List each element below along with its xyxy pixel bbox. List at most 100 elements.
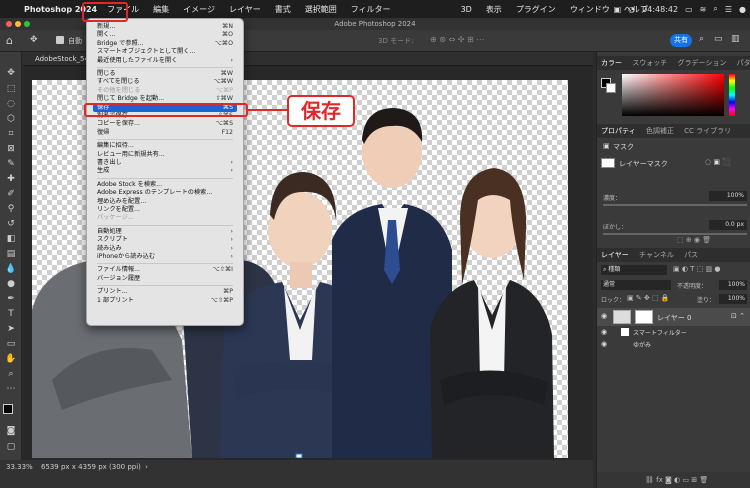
menu-window[interactable]: ウィンドウ (570, 4, 610, 15)
menu-item[interactable]: 新規... ⌘N (93, 23, 237, 31)
siri-icon[interactable]: ● (739, 5, 746, 14)
menu-3d[interactable]: 3D (461, 5, 472, 14)
menu-item[interactable]: レビュー用に新規共有... (93, 151, 237, 159)
menu-item[interactable]: 最近使用したファイルを開く › (93, 57, 237, 65)
battery-icon[interactable]: ▭ (685, 5, 693, 14)
gradient-tool-icon[interactable]: ▤ (4, 247, 18, 261)
tab-cc-libraries[interactable]: CC ライブラリ (684, 127, 731, 135)
brush-tool-icon[interactable]: ✐ (4, 187, 18, 201)
close-window-button[interactable] (6, 21, 12, 27)
foreground-color-swatch[interactable] (3, 404, 13, 414)
menu-item[interactable]: Adobe Stock を検索... (93, 181, 237, 189)
tab-swatches[interactable]: スウォッチ (632, 59, 667, 67)
menu-item[interactable]: 復帰 F12 (93, 129, 237, 137)
mask-action-icons[interactable]: ◌ ▣ ⬛ (705, 158, 731, 166)
rectangle-tool-icon[interactable]: ▭ (4, 337, 18, 351)
density-field[interactable]: 100% (709, 191, 747, 201)
blend-mode-select[interactable]: 通常 (601, 280, 671, 290)
menu-item[interactable]: iPhoneから読み込む › (93, 253, 237, 261)
tab-color[interactable]: カラー (601, 59, 622, 67)
feather-field[interactable]: 0.0 px (709, 220, 747, 230)
zoom-level[interactable]: 33.33% (6, 463, 33, 471)
menu-item[interactable]: リンクを配置... (93, 206, 237, 214)
3d-tools-icon[interactable]: ⊕ ⊛ ⇔ ✣ ⊞ ⋯ (430, 35, 484, 44)
menu-item[interactable]: Bridge で参照... ⌥⌘O (93, 40, 237, 48)
menu-edit[interactable]: 編集 (153, 4, 169, 15)
frame-tool-icon[interactable]: ⊠ (4, 142, 18, 156)
more-tools-icon[interactable]: ⋯ (4, 382, 18, 396)
new-layer-icon[interactable]: ⊞ (691, 476, 697, 484)
menu-item[interactable]: コピーを保存... ⌥⌘S (93, 120, 237, 128)
search-icon[interactable]: ⌕ (713, 4, 717, 14)
auto-select-checkbox[interactable] (56, 36, 64, 44)
menu-view[interactable]: 表示 (486, 4, 502, 15)
history-brush-icon[interactable]: ↺ (4, 217, 18, 231)
fx-icon[interactable]: fx (656, 476, 663, 484)
menu-item[interactable]: 書き出し › (93, 159, 237, 167)
type-tool-icon[interactable]: T (4, 307, 18, 321)
home-icon[interactable]: ⌂ (6, 34, 13, 47)
ps-status-icon[interactable]: ▣ (614, 5, 622, 14)
tab-channels[interactable]: チャンネル (639, 251, 674, 259)
clone-stamp-icon[interactable]: ⚲ (4, 202, 18, 216)
filter-row[interactable]: ◉ ゆがみ (597, 338, 750, 350)
crop-tool-icon[interactable]: ⌗ (4, 127, 18, 141)
delete-layer-icon[interactable]: 🗑 (699, 476, 708, 484)
pen-tool-icon[interactable]: ✒ (4, 292, 18, 306)
background-color-swatch[interactable] (606, 83, 616, 93)
tab-properties[interactable]: プロパティ (601, 127, 636, 135)
opacity-field[interactable]: 100% (719, 280, 747, 290)
blur-tool-icon[interactable]: 💧 (4, 262, 18, 276)
visibility-eye-icon[interactable]: ◉ (601, 312, 607, 320)
color-picker-field[interactable] (622, 74, 724, 116)
layer-filter-kind[interactable]: ⌕ 種類 (601, 265, 667, 275)
artboard-tool-icon[interactable]: ⬚ (4, 82, 18, 96)
layout-icon[interactable]: ▥ (731, 34, 740, 44)
menu-item[interactable]: すべてを閉じる ⌥⌘W (93, 78, 237, 86)
visibility-eye-icon[interactable]: ◉ (601, 340, 607, 348)
mask-bottom-icons[interactable]: ⬚ ⊕ ◉ 🗑 (677, 236, 711, 244)
feather-slider[interactable] (603, 233, 747, 235)
dodge-tool-icon[interactable]: ● (4, 277, 18, 291)
layer-row[interactable]: ◉ レイヤー 0 ⊡ ⌃ (597, 308, 750, 326)
zoom-window-button[interactable] (24, 21, 30, 27)
control-center-icon[interactable]: ☰ (725, 5, 732, 14)
menu-item[interactable]: 自動処理 › (93, 228, 237, 236)
tab-paths[interactable]: パス (684, 251, 698, 259)
hand-tool-icon[interactable]: ✋ (4, 352, 18, 366)
menu-item[interactable]: バージョン履歴 (93, 275, 237, 283)
document-info[interactable]: 6539 px x 4359 px (300 ppi) (41, 463, 141, 471)
quick-mask-icon[interactable]: ◙ (4, 424, 18, 438)
layer-name[interactable]: レイヤー 0 (657, 313, 691, 323)
menu-plugins[interactable]: プラグイン (516, 4, 556, 15)
lasso-tool-icon[interactable]: ◌ (4, 97, 18, 111)
path-select-icon[interactable]: ➤ (4, 322, 18, 336)
move-tool-icon[interactable]: ✥ (30, 35, 38, 45)
link-layers-icon[interactable]: ⛓ (645, 476, 654, 484)
menu-item[interactable]: 読み込み › (93, 245, 237, 253)
object-select-tool-icon[interactable]: ⬡ (4, 112, 18, 126)
eraser-tool-icon[interactable]: ◧ (4, 232, 18, 246)
move-tool-icon[interactable]: ✥ (4, 66, 18, 80)
menu-select[interactable]: 選択範囲 (305, 4, 337, 15)
chevron-right-icon[interactable]: › (145, 463, 148, 471)
layer-filter-icons[interactable]: ▣ ◐ T ⬚ ▥ ● (673, 265, 720, 273)
menu-item[interactable]: 1 部プリント ⌥⇧⌘P (93, 297, 237, 305)
menu-image[interactable]: イメージ (183, 4, 215, 15)
lock-icons[interactable]: ▣ ✎ ✥ ⬚ 🔒 (627, 294, 670, 302)
minimize-window-button[interactable] (15, 21, 21, 27)
new-group-icon[interactable]: ▭ (682, 476, 689, 484)
menu-item[interactable]: 開く... ⌘O (93, 31, 237, 39)
fill-field[interactable]: 100% (719, 294, 747, 304)
adjustment-layer-icon[interactable]: ◐ (674, 476, 680, 484)
tab-patterns[interactable]: パターン (737, 59, 750, 67)
hue-slider[interactable] (729, 74, 735, 116)
eyedropper-tool-icon[interactable]: ✎ (4, 157, 18, 171)
visibility-eye-icon[interactable]: ◉ (601, 328, 607, 336)
menu-layer[interactable]: レイヤー (229, 4, 261, 15)
menu-item[interactable]: 生成 › (93, 167, 237, 175)
menu-item[interactable]: スクリプト › (93, 236, 237, 244)
tab-gradients[interactable]: グラデーション (677, 59, 726, 67)
clock-icon[interactable]: ◔ (628, 5, 635, 14)
screen-mode-icon[interactable]: ▢ (4, 440, 18, 454)
